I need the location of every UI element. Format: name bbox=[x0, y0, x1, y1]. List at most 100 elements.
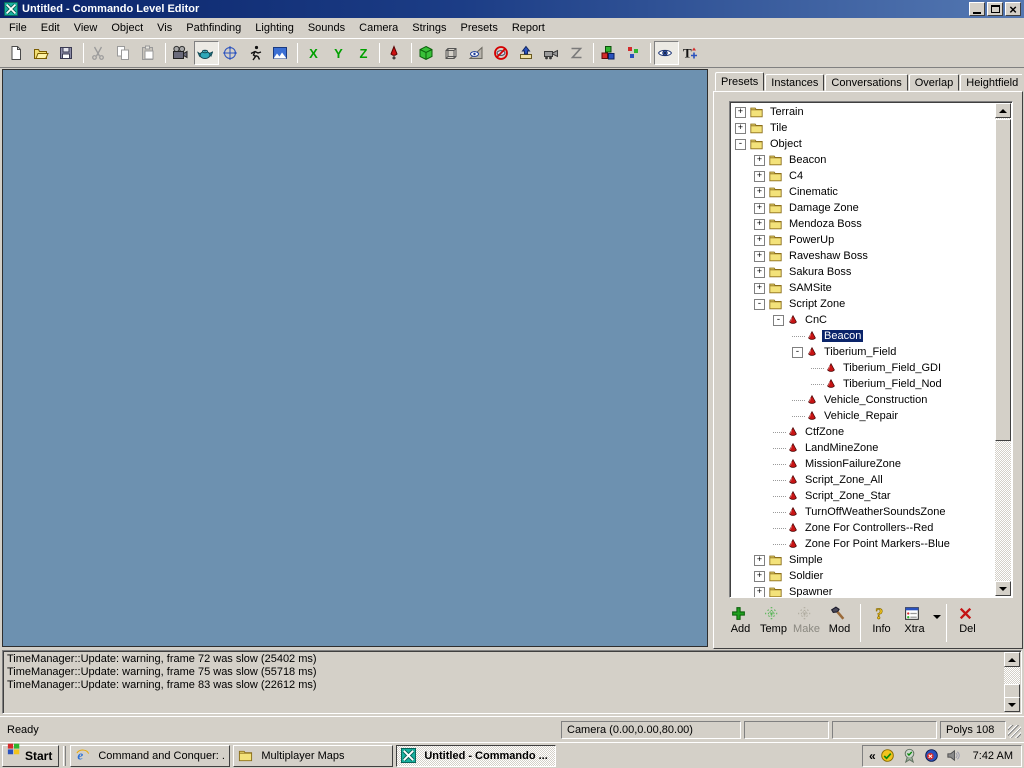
tree-item-zone-for-point-markers-blue[interactable]: Zone For Point Markers--Blue bbox=[732, 536, 994, 552]
tree-item-samsite[interactable]: SAMSite bbox=[732, 280, 994, 296]
running-man-button[interactable] bbox=[244, 41, 269, 65]
expand-toggle[interactable] bbox=[754, 219, 765, 230]
tray-chevron-button[interactable]: « bbox=[869, 749, 876, 763]
tray-clock[interactable]: 7:42 AM bbox=[973, 750, 1013, 762]
task-untitled-commando[interactable]: Untitled - Commando ... bbox=[396, 745, 556, 767]
red-spinner-button[interactable] bbox=[383, 41, 408, 65]
menu-strings[interactable]: Strings bbox=[405, 20, 453, 36]
expand-toggle[interactable] bbox=[754, 155, 765, 166]
expand-toggle[interactable] bbox=[754, 587, 765, 598]
scroll-down-button[interactable] bbox=[1004, 697, 1020, 712]
tree-item-simple[interactable]: Simple bbox=[732, 552, 994, 568]
collapse-toggle[interactable] bbox=[773, 315, 784, 326]
tab-conversations[interactable]: Conversations bbox=[825, 74, 907, 91]
start-button[interactable]: Start bbox=[2, 745, 59, 767]
menu-report[interactable]: Report bbox=[505, 20, 552, 36]
tree-item-vehicle-repair[interactable]: Vehicle_Repair bbox=[732, 408, 994, 424]
movie-camera-button[interactable] bbox=[169, 41, 194, 65]
mod-button[interactable]: Mod bbox=[823, 602, 856, 635]
eye-button[interactable] bbox=[654, 41, 679, 65]
maximize-button[interactable] bbox=[987, 2, 1003, 16]
tree-item-turnoffweathersoundszone[interactable]: TurnOffWeatherSoundsZone bbox=[732, 504, 994, 520]
text-format-button[interactable]: T bbox=[679, 41, 704, 65]
paste-clipboard-button[interactable] bbox=[137, 41, 162, 65]
log-scrollbar[interactable] bbox=[1004, 652, 1020, 712]
dolly-camera-button[interactable] bbox=[540, 41, 565, 65]
scroll-up-button[interactable] bbox=[1004, 652, 1020, 667]
speaker-icon[interactable] bbox=[946, 748, 961, 763]
expand-toggle[interactable] bbox=[754, 171, 765, 182]
scroll-thumb[interactable] bbox=[1004, 684, 1020, 698]
viewport-canvas[interactable] bbox=[2, 69, 708, 647]
tree-item-beacon[interactable]: Beacon bbox=[732, 152, 994, 168]
menu-vis[interactable]: Vis bbox=[150, 20, 179, 36]
teapot-button[interactable] bbox=[194, 41, 219, 65]
expand-toggle[interactable] bbox=[735, 107, 746, 118]
resize-grip[interactable] bbox=[1008, 725, 1021, 738]
tree-item-tiberium-field-nod[interactable]: Tiberium_Field_Nod bbox=[732, 376, 994, 392]
tree-item-tiberium-field-gdi[interactable]: Tiberium_Field_GDI bbox=[732, 360, 994, 376]
expand-toggle[interactable] bbox=[754, 251, 765, 262]
tree-item-ctfzone[interactable]: CtfZone bbox=[732, 424, 994, 440]
rgb-cubes-button[interactable] bbox=[597, 41, 622, 65]
axis-gizmo-button[interactable] bbox=[219, 41, 244, 65]
tree-item-powerup[interactable]: PowerUp bbox=[732, 232, 994, 248]
title-bar[interactable]: Untitled - Commando Level Editor bbox=[0, 0, 1024, 18]
scroll-down-button[interactable] bbox=[995, 581, 1011, 596]
tree-item-tile[interactable]: Tile bbox=[732, 120, 994, 136]
add-button[interactable]: Add bbox=[724, 602, 757, 635]
tree-item-tiberium-field[interactable]: Tiberium_Field bbox=[732, 344, 994, 360]
open-folder-button[interactable] bbox=[30, 41, 55, 65]
tree-item-beacon[interactable]: Beacon bbox=[732, 328, 994, 344]
tree-item-script-zone-all[interactable]: Script_Zone_All bbox=[732, 472, 994, 488]
info-button[interactable]: ?Info bbox=[865, 602, 898, 635]
terrain-mountain-button[interactable] bbox=[269, 41, 294, 65]
tree-item-zone-for-controllers-red[interactable]: Zone For Controllers--Red bbox=[732, 520, 994, 536]
tab-overlap[interactable]: Overlap bbox=[909, 74, 960, 91]
tree-item-vehicle-construction[interactable]: Vehicle_Construction bbox=[732, 392, 994, 408]
del-button[interactable]: Del bbox=[951, 602, 984, 635]
shield-ball-icon[interactable] bbox=[924, 748, 939, 763]
menu-presets[interactable]: Presets bbox=[454, 20, 505, 36]
expand-toggle[interactable] bbox=[735, 123, 746, 134]
tree-item-object[interactable]: Object bbox=[732, 136, 994, 152]
vis-eye-wedge-button[interactable] bbox=[465, 41, 490, 65]
tree-item-terrain[interactable]: Terrain bbox=[732, 104, 994, 120]
collapse-toggle[interactable] bbox=[754, 299, 765, 310]
make-button[interactable]: Make bbox=[790, 602, 823, 635]
tree-item-spawner[interactable]: Spawner bbox=[732, 584, 994, 597]
temp-button[interactable]: Temp bbox=[757, 602, 790, 635]
solid-cube-button[interactable] bbox=[415, 41, 440, 65]
expand-toggle[interactable] bbox=[754, 187, 765, 198]
expand-toggle[interactable] bbox=[754, 203, 765, 214]
expand-toggle[interactable] bbox=[754, 555, 765, 566]
menu-pathfinding[interactable]: Pathfinding bbox=[179, 20, 248, 36]
close-button[interactable] bbox=[1005, 2, 1021, 16]
expand-toggle[interactable] bbox=[754, 235, 765, 246]
tab-presets[interactable]: Presets bbox=[715, 72, 764, 91]
collapse-toggle[interactable] bbox=[735, 139, 746, 150]
expand-toggle[interactable] bbox=[754, 283, 765, 294]
copy-pages-button[interactable] bbox=[112, 41, 137, 65]
wireframe-cube-button[interactable] bbox=[440, 41, 465, 65]
letter-x-button[interactable]: X bbox=[301, 41, 326, 65]
tree-scrollbar[interactable] bbox=[995, 103, 1011, 596]
menu-camera[interactable]: Camera bbox=[352, 20, 405, 36]
z-outline-button[interactable] bbox=[565, 41, 590, 65]
no-vis-sign-button[interactable] bbox=[490, 41, 515, 65]
tree-item-missionfailurezone[interactable]: MissionFailureZone bbox=[732, 456, 994, 472]
tree-item-soldier[interactable]: Soldier bbox=[732, 568, 994, 584]
menu-object[interactable]: Object bbox=[104, 20, 150, 36]
tree-item-cinematic[interactable]: Cinematic bbox=[732, 184, 994, 200]
tree-item-landminezone[interactable]: LandMineZone bbox=[732, 440, 994, 456]
tree-item-mendoza-boss[interactable]: Mendoza Boss bbox=[732, 216, 994, 232]
expand-toggle[interactable] bbox=[754, 267, 765, 278]
xtra-dropdown-button[interactable] bbox=[931, 608, 942, 626]
menu-sounds[interactable]: Sounds bbox=[301, 20, 352, 36]
letter-y-button[interactable]: Y bbox=[326, 41, 351, 65]
page-up-arrow-button[interactable] bbox=[515, 41, 540, 65]
task-command-and-conquer[interactable]: eCommand and Conquer: ... bbox=[70, 745, 230, 767]
xtra-button[interactable]: Xtra bbox=[898, 602, 931, 635]
clock-check-icon[interactable] bbox=[880, 748, 895, 763]
rgb-dots-button[interactable] bbox=[622, 41, 647, 65]
